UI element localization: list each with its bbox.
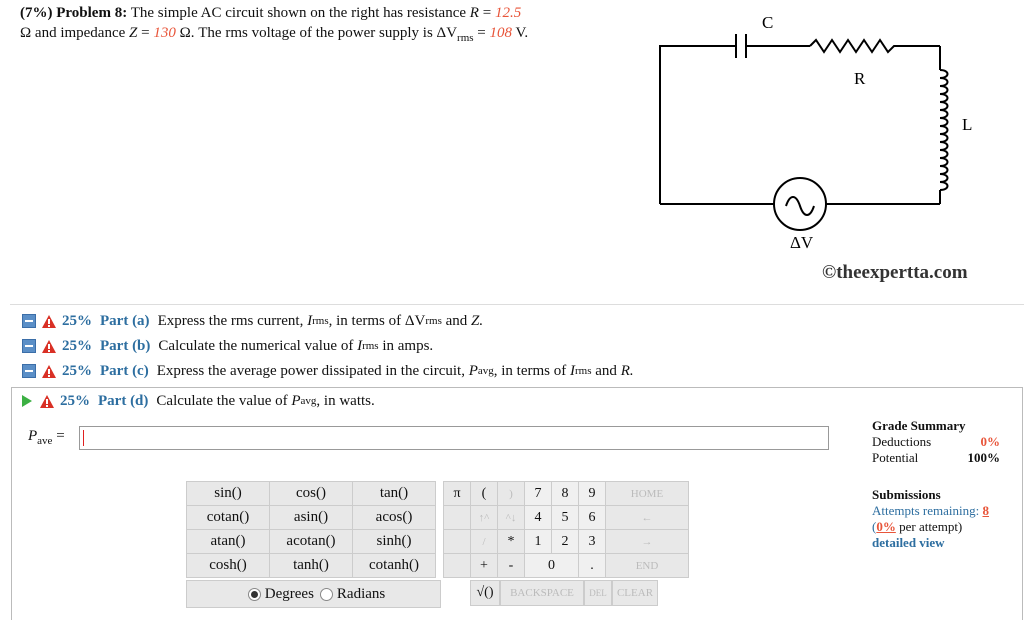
detailed-view-link[interactable]: detailed view [872,535,1007,551]
left-arrow-button[interactable]: ← [605,505,689,530]
per-attempt-link[interactable]: 0% [876,519,896,534]
superscript-down-button[interactable]: ^↓ [497,505,525,530]
acos-button[interactable]: acos() [352,505,436,530]
voltage-value: 108 [489,25,513,41]
impedance-value: 130 [153,25,176,41]
part-b[interactable]: 25% Part (b) Calculate the numerical val… [22,336,433,356]
asin-button[interactable]: asin() [269,505,353,530]
deductions-value: 0% [980,434,1001,449]
problem-statement: (7%) Problem 8: The simple AC circuit sh… [20,5,529,44]
backspace-button[interactable]: BACKSPACE [500,580,584,606]
attempts-remaining-link[interactable]: 8 [982,503,989,518]
multiply-button[interactable]: * [497,529,525,554]
sinh-button[interactable]: sinh() [352,529,436,554]
angle-mode: Degrees Radians [186,580,441,608]
collapse-icon[interactable] [22,314,36,328]
problem-number: (7%) Problem 8: [20,5,128,21]
key-3[interactable]: 3 [578,529,606,554]
grade-summary: Grade Summary Deductions 0% Potential 100% [872,418,1001,465]
key-8[interactable]: 8 [551,481,579,506]
key-6[interactable]: 6 [578,505,606,530]
radians-radio[interactable] [319,587,333,601]
warning-icon [42,314,56,328]
decimal-button[interactable]: . [578,553,606,578]
home-button[interactable]: HOME [605,481,689,506]
blank-key [443,529,471,554]
sin-button[interactable]: sin() [186,481,270,506]
cosh-button[interactable]: cosh() [186,553,270,578]
divider [10,304,1024,305]
number-keypad: π ( ) 7 8 9 HOME ↑^ ^↓ 4 5 6 ← / * 1 2 3… [443,481,689,578]
del-button[interactable]: DEL [584,580,612,606]
potential-value: 100% [967,450,1001,465]
answer-label: Pave = [28,428,65,447]
edit-keys: √() BACKSPACE DEL CLEAR [470,580,658,606]
function-keypad: sin() cos() tan() cotan() asin() acos() atan… [186,481,436,578]
cotan-button[interactable]: cotan() [186,505,270,530]
acotan-button[interactable]: acotan() [269,529,353,554]
key-9[interactable]: 9 [578,481,606,506]
tan-button[interactable]: tan() [352,481,436,506]
warning-icon [40,394,54,408]
part-a[interactable]: 25% Part (a) Express the rms current, Ir… [22,311,483,331]
cos-button[interactable]: cos() [269,481,353,506]
cotanh-button[interactable]: cotanh() [352,553,436,578]
warning-icon [42,364,56,378]
capacitor-label: C [762,13,773,32]
right-arrow-button[interactable]: → [605,529,689,554]
resistor-label: R [854,69,866,88]
collapse-icon[interactable] [22,339,36,353]
copyright: ©theexpertta.com [822,262,968,283]
sqrt-button[interactable]: √() [470,580,500,606]
part-c[interactable]: 25% Part (c) Express the average power d… [22,361,634,381]
key-7[interactable]: 7 [524,481,552,506]
divide-button[interactable]: / [470,529,498,554]
resistance-value: 12.5 [494,5,522,21]
blank-key [443,553,471,578]
end-button[interactable]: END [605,553,689,578]
key-0[interactable]: 0 [524,553,579,578]
text-caret [83,430,84,446]
expand-icon[interactable] [22,395,32,407]
warning-icon [42,339,56,353]
collapse-icon[interactable] [22,364,36,378]
circuit-diagram: C R L ΔV [659,13,972,252]
close-paren-button[interactable]: ) [497,481,525,506]
submissions-panel: Submissions Attempts remaining: 8 (0% pe… [872,487,1007,551]
tanh-button[interactable]: tanh() [269,553,353,578]
superscript-up-button[interactable]: ↑^ [470,505,498,530]
key-5[interactable]: 5 [551,505,579,530]
answer-input[interactable] [79,426,829,450]
key-1[interactable]: 1 [524,529,552,554]
inductor-label: L [962,115,972,134]
pi-button[interactable]: π [443,481,471,506]
plus-button[interactable]: + [470,553,498,578]
key-4[interactable]: 4 [524,505,552,530]
atan-button[interactable]: atan() [186,529,270,554]
blank-key [443,505,471,530]
key-2[interactable]: 2 [551,529,579,554]
open-paren-button[interactable]: ( [470,481,498,506]
clear-button[interactable]: CLEAR [612,580,658,606]
part-d[interactable]: 25% Part (d) Calculate the value of Pavg… [22,391,375,411]
source-label: ΔV [790,233,814,252]
minus-button[interactable]: - [497,553,525,578]
degrees-radio[interactable] [247,587,261,601]
